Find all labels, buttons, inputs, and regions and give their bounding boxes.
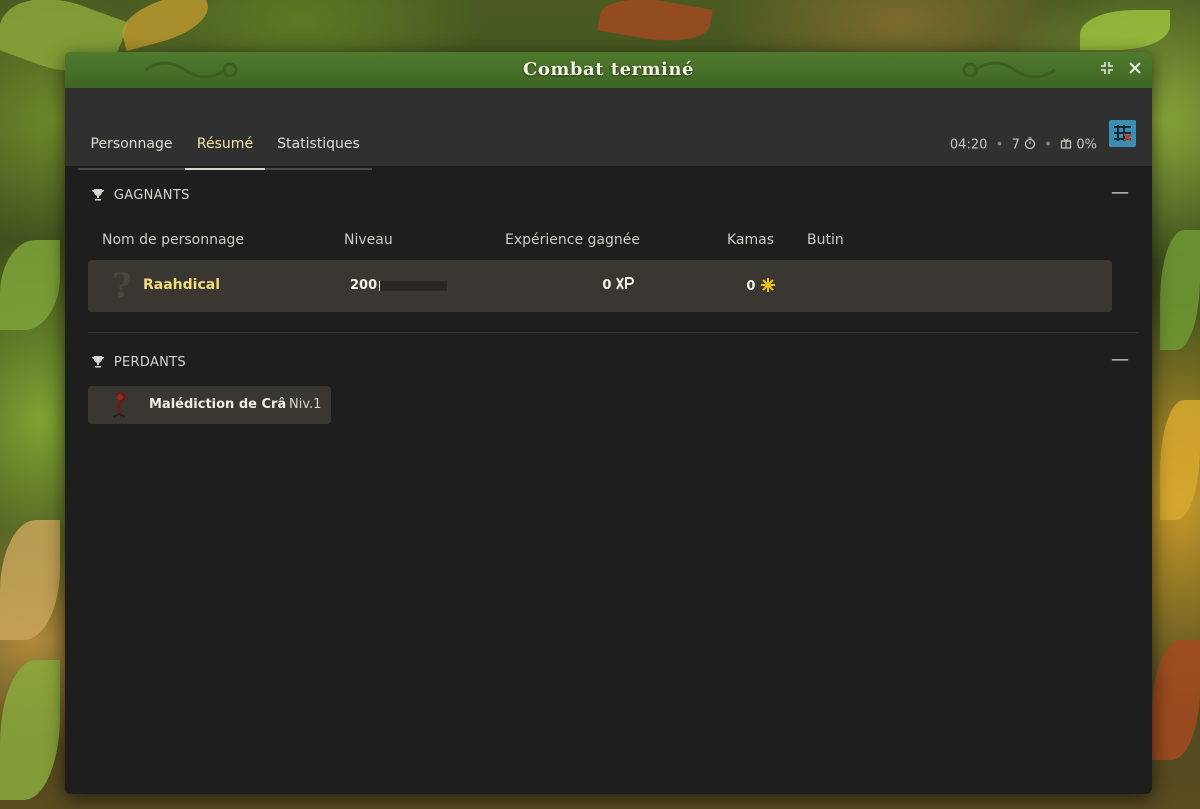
column-loot: Butin <box>807 232 844 248</box>
trophy-icon <box>91 188 109 203</box>
title-bar[interactable]: Combat terminé <box>65 52 1152 89</box>
collapse-losers-button[interactable]: — <box>1111 349 1129 370</box>
section-divider <box>88 332 1138 333</box>
tab-personnage[interactable]: Personnage <box>78 136 185 170</box>
loser-entry[interactable]: Malédiction de Crâ Niv.1 <box>88 386 331 424</box>
winner-row[interactable]: ? Raahdical 200 0 0 <box>88 260 1112 312</box>
xp-icon <box>616 277 634 293</box>
level-progress-fill <box>379 281 381 291</box>
fight-duration: 04:20 <box>949 137 988 153</box>
player-name[interactable]: Raahdical <box>143 277 220 293</box>
column-xp: Expérience gagnée <box>505 232 640 248</box>
tab-statistiques[interactable]: Statistiques <box>265 136 372 170</box>
unknown-avatar-icon: ? <box>112 266 132 306</box>
winners-heading-label: GAGNANTS <box>113 188 190 203</box>
collapse-winners-button[interactable]: — <box>1111 182 1129 203</box>
tactical-mode-button[interactable] <box>1109 120 1136 147</box>
tab-resume[interactable]: Résumé <box>185 136 265 170</box>
loser-level: Niv.1 <box>289 397 322 412</box>
loser-name[interactable]: Malédiction de Crâ <box>149 397 286 412</box>
column-kamas: Kamas <box>727 232 775 248</box>
fight-turns: 7 <box>1011 137 1020 153</box>
level-progress-bar <box>379 281 447 291</box>
monster-avatar-icon <box>108 391 130 419</box>
column-name: Nom de personnage <box>102 232 245 248</box>
column-level: Niveau <box>344 232 393 248</box>
gift-icon <box>1060 138 1076 153</box>
fight-info: 04:20 • 7 • 0% <box>949 137 1097 153</box>
close-icon[interactable] <box>1125 60 1145 80</box>
kamas-gained: 0 <box>728 277 776 294</box>
winners-heading: GAGNANTS <box>91 188 190 203</box>
minimize-icon[interactable] <box>1097 60 1117 80</box>
timer-icon <box>1024 137 1040 153</box>
kamas-icon <box>760 278 776 294</box>
player-level: 200 <box>350 278 378 293</box>
kamas-value: 0 <box>746 279 756 294</box>
losers-heading-label: PERDANTS <box>113 355 186 370</box>
combat-results-window: Combat terminé Personnage Résumé Statist… <box>65 52 1152 794</box>
fight-percent: 0% <box>1076 137 1097 153</box>
tactical-grid-icon <box>1114 125 1132 142</box>
xp-gained: 0 <box>578 277 634 293</box>
trophy-icon <box>91 355 109 370</box>
xp-value: 0 <box>602 278 612 293</box>
window-title: Combat terminé <box>523 59 694 80</box>
losers-heading: PERDANTS <box>91 355 186 370</box>
